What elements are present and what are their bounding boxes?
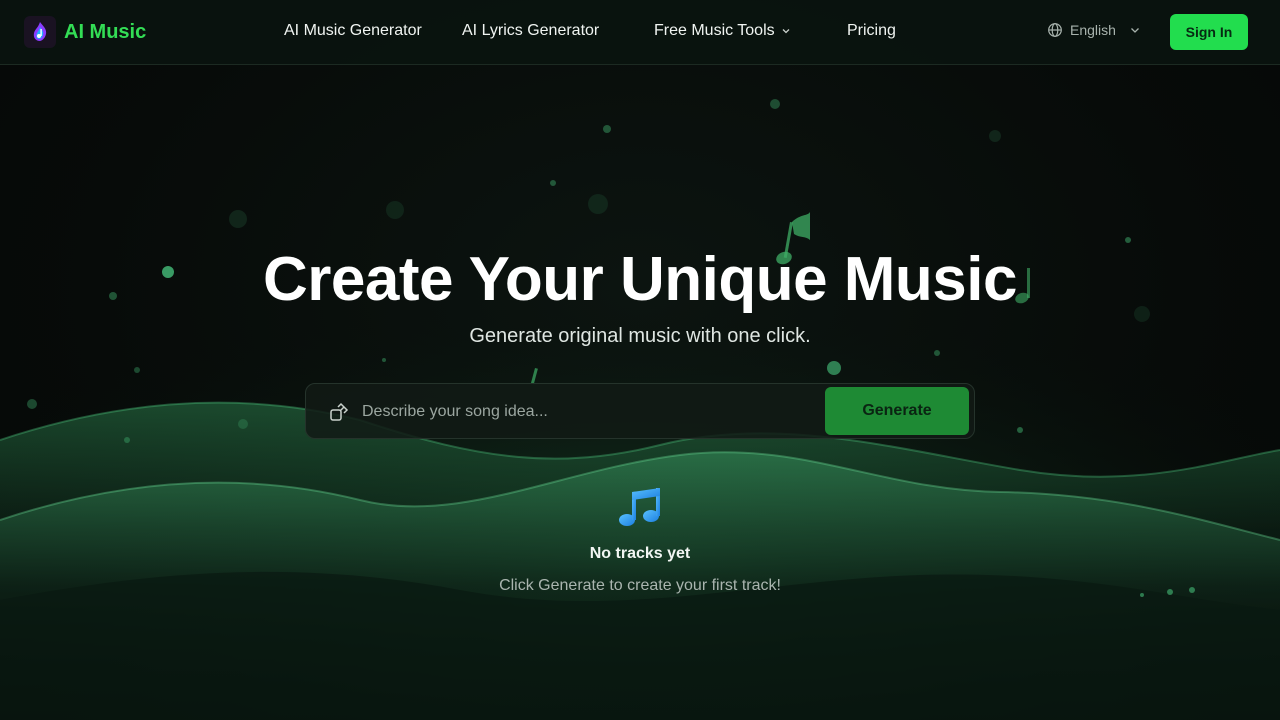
nav-pricing[interactable]: Pricing [847, 22, 896, 40]
nav-ai-lyrics-generator[interactable]: AI Lyrics Generator [462, 22, 599, 40]
brand-logo-link[interactable]: AI Music [24, 16, 146, 48]
music-note-icon [619, 488, 660, 526]
generate-button[interactable]: Generate [825, 387, 969, 435]
chevron-down-icon [1130, 28, 1139, 33]
page: AI Music AI Music Generator AI Lyrics Ge… [0, 0, 1280, 720]
empty-tracks-title: No tracks yet [589, 545, 691, 562]
chevron-down-icon [782, 29, 790, 34]
external-input-icon [330, 402, 349, 421]
top-navbar: AI Music AI Music Generator AI Lyrics Ge… [0, 0, 1280, 65]
empty-tracks-hint: Click Generate to create your first trac… [499, 577, 781, 594]
song-prompt-box: Generate [305, 383, 975, 439]
page-subtitle: Generate original music with one click. [469, 325, 811, 347]
brand-name: AI Music [64, 20, 147, 43]
nav-ai-music-generator[interactable]: AI Music Generator [284, 22, 422, 40]
language-selected: English [1070, 22, 1116, 38]
page-title: Create Your Unique Music [263, 245, 1017, 314]
globe-icon [1048, 23, 1062, 37]
music-flame-logo-icon [24, 16, 56, 48]
language-selector[interactable]: English [1047, 22, 1141, 38]
song-idea-input[interactable] [362, 396, 812, 428]
nav-free-music-tools[interactable]: Free Music Tools [654, 22, 791, 40]
wave-background [0, 99, 1280, 720]
sign-in-button[interactable]: Sign In [1170, 14, 1248, 50]
nav-free-music-tools-label: Free Music Tools [654, 22, 775, 39]
